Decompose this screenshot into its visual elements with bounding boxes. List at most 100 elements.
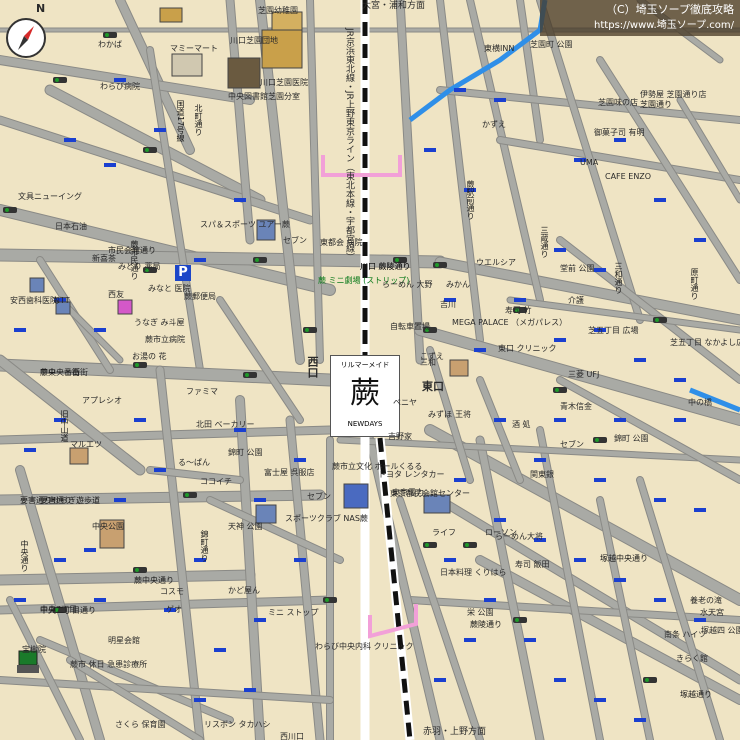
one-way-arrow xyxy=(24,448,36,452)
place-seven2[interactable]: セブン xyxy=(307,492,331,501)
place-aoki[interactable]: 青木信金 xyxy=(560,402,592,411)
place-apasio[interactable]: アプレシオ xyxy=(82,396,122,405)
place-chuo-park[interactable]: 中央公園 xyxy=(92,522,124,531)
place-tenjin[interactable]: 天神 公園 xyxy=(228,522,263,531)
place-tsukagoshi-park[interactable]: 塚越四 公園 xyxy=(701,626,740,635)
place-ajimonomi[interactable]: 芝園味の店 xyxy=(598,98,638,107)
place-shiba-nursery[interactable]: さくら 保育園 xyxy=(115,720,166,729)
place-anzai-clinic[interactable]: 安西歯科医院 xyxy=(10,296,58,305)
east-exit-label[interactable]: 東口 xyxy=(422,381,444,392)
place-seven1[interactable]: セブン xyxy=(283,236,307,245)
place-ramen2[interactable]: らーめん大将 xyxy=(495,532,543,541)
place-ramen[interactable]: る～ぱん xyxy=(178,458,210,467)
place-fushimi[interactable]: 富士屋 呉服店 xyxy=(264,468,315,477)
place-kaigo[interactable]: 介護 xyxy=(568,296,584,305)
place-jusho-park[interactable]: 寿司 飯田 xyxy=(515,560,550,569)
place-beniya[interactable]: ベニヤ xyxy=(393,398,417,407)
place-spa-sports[interactable]: スパ＆スポーツ ユアー蕨 xyxy=(200,220,290,229)
place-tokyo-clinic[interactable]: 東口 クリニック xyxy=(498,344,557,353)
place-shibazono-park[interactable]: 芝園町 公園 xyxy=(530,40,573,49)
place-marutetsu[interactable]: マルエツ xyxy=(70,440,102,449)
parking-icon[interactable]: P xyxy=(175,265,191,281)
place-warabi-hospital[interactable]: わらび病院 xyxy=(100,82,140,91)
place-jiyu-store[interactable]: 自転車置場 xyxy=(390,322,430,331)
place-uma[interactable]: UMA xyxy=(580,158,598,167)
place-kozue[interactable]: こずえ xyxy=(420,352,444,361)
place-mikan[interactable]: みかん xyxy=(446,280,470,289)
place-shibazono-kindergarten[interactable]: 芝園幼稚園 xyxy=(258,6,298,15)
place-ministop[interactable]: ミニ ストップ xyxy=(268,608,319,617)
map-canvas[interactable]: N （C）埼玉ソープ徹底攻略 https://www.埼玉ソープ.com/ 大宮… xyxy=(0,0,740,740)
place-sakaba[interactable]: 酒 処 xyxy=(512,420,531,429)
place-nanjo[interactable]: 南条 ハイツ xyxy=(664,630,706,639)
place-ohchi[interactable]: お湯の 花 xyxy=(132,352,167,361)
place-cafe[interactable]: CAFE ENZO xyxy=(605,172,651,181)
place-sushi[interactable]: 寿司 竹 xyxy=(505,306,532,315)
place-naozumi[interactable]: 蕨市立病院 xyxy=(145,335,185,344)
place-shinmizu[interactable]: 新喜茶 xyxy=(92,254,116,263)
place-oja[interactable]: 王将 xyxy=(455,410,471,419)
place-cosmo[interactable]: コスモ xyxy=(160,587,184,596)
place-bank-kanto[interactable]: 関東銀 xyxy=(530,470,554,479)
place-gio[interactable]: ゲオ xyxy=(166,605,182,614)
road-seseragi-label: 要害通りせらぎ遊歩道 xyxy=(20,496,100,505)
place-nihonshiryou[interactable]: 日本料理 くりはら xyxy=(440,568,507,577)
place-kazue[interactable]: かずえ xyxy=(482,120,506,129)
place-yoro[interactable]: 養老の滝 xyxy=(690,596,722,605)
place-warabi-clinic[interactable]: 蕨市 休日 急患診療所 xyxy=(70,660,147,669)
place-bunka-center[interactable]: 東京都民会館センター xyxy=(390,489,470,498)
west-exit-label[interactable]: 西口 xyxy=(306,356,319,378)
place-mitsubishi[interactable]: 三菱 UFJ xyxy=(568,370,599,379)
place-unagi[interactable]: うなぎ み斗屋 xyxy=(134,318,185,327)
place-mamimart[interactable]: マミーマート xyxy=(170,44,218,53)
place-uerushia[interactable]: ウエルシア xyxy=(476,258,516,267)
place-takara[interactable]: 宝樹院 xyxy=(22,645,46,654)
one-way-arrow xyxy=(554,678,566,682)
place-nishi-kawaguchi[interactable]: 西川口 xyxy=(280,732,304,740)
place-mega-palace[interactable]: MEGA PALACE （メガパレス） xyxy=(452,318,567,327)
one-way-arrow xyxy=(104,163,116,167)
place-warabi-post[interactable]: 蕨郵便局 xyxy=(184,292,216,301)
place-shibachou-park[interactable]: 芝五丁目 なかよし広場 xyxy=(670,338,740,347)
place-meiwa[interactable]: 明星会館 xyxy=(108,636,140,645)
warabi-station[interactable]: リルマーメイド 蕨 NEWDAYS xyxy=(330,355,400,437)
place-shibachou5[interactable]: 芝五丁目 広場 xyxy=(588,326,639,335)
place-nishitomo[interactable]: 西友 xyxy=(108,290,124,299)
place-mizu[interactable]: 水天宮 xyxy=(700,608,724,617)
one-way-arrow xyxy=(574,558,586,562)
place-isezaki[interactable]: 伊勢屋 芝園通り店 xyxy=(640,90,707,99)
place-toyoko[interactable]: 東横INN xyxy=(484,44,514,53)
place-doukan[interactable]: 堂前 公園 xyxy=(560,264,595,273)
place-higashi-hosp[interactable]: 東都会 病院 xyxy=(320,238,363,247)
place-toyota[interactable]: トヨタ レンタカー xyxy=(378,470,445,479)
place-sakae[interactable]: 栄 公園 xyxy=(467,608,494,617)
place-kaikan[interactable]: きらく館 xyxy=(676,654,708,663)
place-kita-bakery[interactable]: 北田 ベーカリー xyxy=(196,420,255,429)
place-midori[interactable]: みどり 薬局 xyxy=(118,262,161,271)
place-clinic-kawaguchi[interactable]: 川口芝園医院 xyxy=(260,78,308,87)
signal-light xyxy=(655,318,659,322)
place-gosyo[interactable]: 御菓子司 有明 xyxy=(594,128,645,137)
place-kadoyan[interactable]: かど屋ん xyxy=(228,586,260,595)
place-nihon-sekiyu[interactable]: 日本石油 xyxy=(55,222,87,231)
place-sports-nas[interactable]: スポーツクラブ NAS蕨 xyxy=(285,514,368,523)
place-warabi-chuo-clinic[interactable]: わらび中央内科 クリニック xyxy=(315,642,414,651)
place-cocoichi[interactable]: ココイチ xyxy=(200,477,232,486)
signal-light xyxy=(185,493,189,497)
place-bunka[interactable]: 文具ニューイング xyxy=(18,192,82,201)
place-nakano[interactable]: 中の橋 xyxy=(688,398,712,407)
place-nishiki-chou[interactable]: 錦町 公園 xyxy=(228,448,263,457)
place-yoshinoya[interactable]: 吉野家 xyxy=(388,432,412,441)
place-lisbon[interactable]: リスボン タカハシ xyxy=(204,720,271,729)
place-library[interactable]: 中央図書館芝園分室 xyxy=(228,92,300,101)
place-kawaguchi-housing[interactable]: 川口芝園団地 xyxy=(230,36,278,45)
place-yoshikawa[interactable]: 吉川 xyxy=(440,300,456,309)
place-fumaket[interactable]: ファミマ xyxy=(186,387,218,396)
place-life[interactable]: ライフ xyxy=(432,528,456,537)
place-nishiki-park[interactable]: 錦町 公園 xyxy=(614,434,649,443)
place-seven3[interactable]: セブン xyxy=(560,440,584,449)
place-wakaba[interactable]: わかば xyxy=(98,40,122,49)
road-tsukagoshi2-label: 塚越通り xyxy=(680,690,712,699)
place-mizuho[interactable]: みずほ xyxy=(428,410,452,419)
place-ramen3[interactable]: らーめん 大野 xyxy=(382,280,433,289)
